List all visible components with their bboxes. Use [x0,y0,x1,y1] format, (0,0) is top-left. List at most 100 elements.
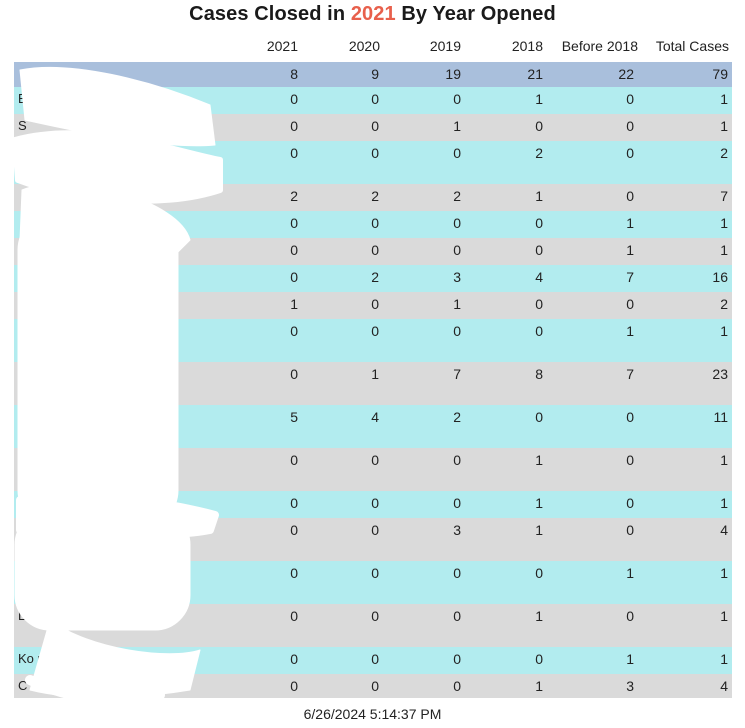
cell-2018: 1 [535,188,543,204]
cell-2018: 1 [535,522,543,538]
col-header-2018: 2018 [511,38,543,54]
cell-2018: 0 [535,651,543,667]
cell-2019: 1 [453,118,461,134]
cell-total: 1 [720,495,728,511]
cell-2021: 0 [290,565,298,581]
cell-2018: 0 [535,565,543,581]
cell-2019: 0 [453,91,461,107]
cell-2018: 8 [535,366,543,382]
cell-total: 4 [720,678,728,694]
cell-2021: 0 [290,215,298,231]
col-header-total: Total Cases [655,38,729,54]
table-row: L 0 2 3 4 7 16 [14,265,732,292]
cell-2020: 2 [371,269,379,285]
cell-2020: 0 [371,452,379,468]
cell-2018: 1 [535,678,543,694]
cell-2018: 0 [535,118,543,134]
cell-2019: 0 [453,565,461,581]
cell-total: 1 [720,91,728,107]
table-row: & 5 4 2 0 0 11 [14,405,732,448]
cell-before-2018: 1 [626,565,634,581]
firm-name: & [18,409,27,424]
cell-total: 4 [720,522,728,538]
cell-2021: 0 [290,145,298,161]
firm-name: PLLC [18,145,51,160]
cell-total: 1 [720,118,728,134]
cell-2019: 0 [453,651,461,667]
title-suffix: By Year Opened [395,3,556,25]
table-row: 2 2 2 1 0 7 [14,184,732,211]
cell-total: 1 [720,242,728,258]
cell-2018: 0 [535,242,543,258]
cell-2021: 0 [290,269,298,285]
cell-2020: 0 [371,678,379,694]
cell-before-2018: 7 [626,269,634,285]
cell-before-2018: 1 [626,215,634,231]
cell-total: 1 [720,608,728,624]
cell-2019: 3 [453,269,461,285]
cell-total: 11 [713,409,728,425]
total-total: 79 [712,66,728,82]
cell-2020: 0 [371,522,379,538]
cell-2020: 0 [371,651,379,667]
title-year: 2021 [350,3,396,25]
cell-2019: 0 [453,242,461,258]
cell-2018: 1 [535,495,543,511]
cell-before-2018: 0 [626,452,634,468]
cell-before-2018: 0 [626,145,634,161]
total-2019: 19 [445,66,461,82]
cell-2021: 2 [290,188,298,204]
cell-2018: 1 [535,452,543,468]
firm-name: a [18,323,26,338]
cell-2021: 0 [290,366,298,382]
total-2021: 8 [290,66,298,82]
cell-2021: 0 [290,678,298,694]
cell-2018: 0 [535,409,543,425]
col-header-2019: 2019 [429,38,461,54]
total-2020: 9 [371,66,379,82]
total-before-2018: 22 [618,66,634,82]
table-row: Esq. PC 0 0 0 1 0 1 [14,87,732,114]
table-row: Ko rov 0 0 0 0 1 1 [14,647,732,674]
cell-2020: 0 [371,608,379,624]
cell-2019: 2 [453,409,461,425]
cell-before-2018: 0 [626,495,634,511]
column-headers: 2021 2020 2019 2018 Before 2018 Total Ca… [0,38,745,58]
cell-before-2018: 1 [626,323,634,339]
cell-2020: 4 [371,409,379,425]
cell-2020: 0 [371,495,379,511]
cell-before-2018: 0 [626,608,634,624]
cell-before-2018: 0 [626,409,634,425]
cell-before-2018: 0 [626,188,634,204]
cell-total: 23 [712,366,728,382]
col-header-2020: 2020 [348,38,380,54]
cell-2021: 0 [290,118,298,134]
cell-2020: 2 [371,188,379,204]
firm-name: C [18,678,28,693]
cell-2020: 0 [371,323,379,339]
cell-2019: 1 [453,296,461,312]
total-2018: 21 [527,66,543,82]
cell-before-2018: 0 [626,91,634,107]
cell-2021: 0 [290,91,298,107]
cell-before-2018: 0 [626,522,634,538]
table-row: S 0 0 1 0 0 1 [14,114,732,141]
cell-2020: 0 [371,118,379,134]
table-row: S 0 0 0 0 1 1 [14,238,732,265]
firm-name: La Go [18,452,54,467]
table-row: 0 0 0 0 1 1 [14,561,732,604]
cell-2020: 0 [371,296,379,312]
cell-2021: 1 [290,296,298,312]
cell-total: 1 [720,651,728,667]
table-row: PLLC 0 0 0 2 0 2 [14,141,732,184]
cell-2019: 0 [453,323,461,339]
cell-2021: 0 [290,651,298,667]
cell-2018: 0 [535,323,543,339]
cell-before-2018: 7 [626,366,634,382]
cell-2019: 0 [453,145,461,161]
cell-2018: 0 [535,296,543,312]
cell-total: 1 [720,565,728,581]
table-row: L & 0 1 7 8 7 23 [14,362,732,405]
cell-2019: 7 [453,366,461,382]
cell-2018: 1 [535,608,543,624]
